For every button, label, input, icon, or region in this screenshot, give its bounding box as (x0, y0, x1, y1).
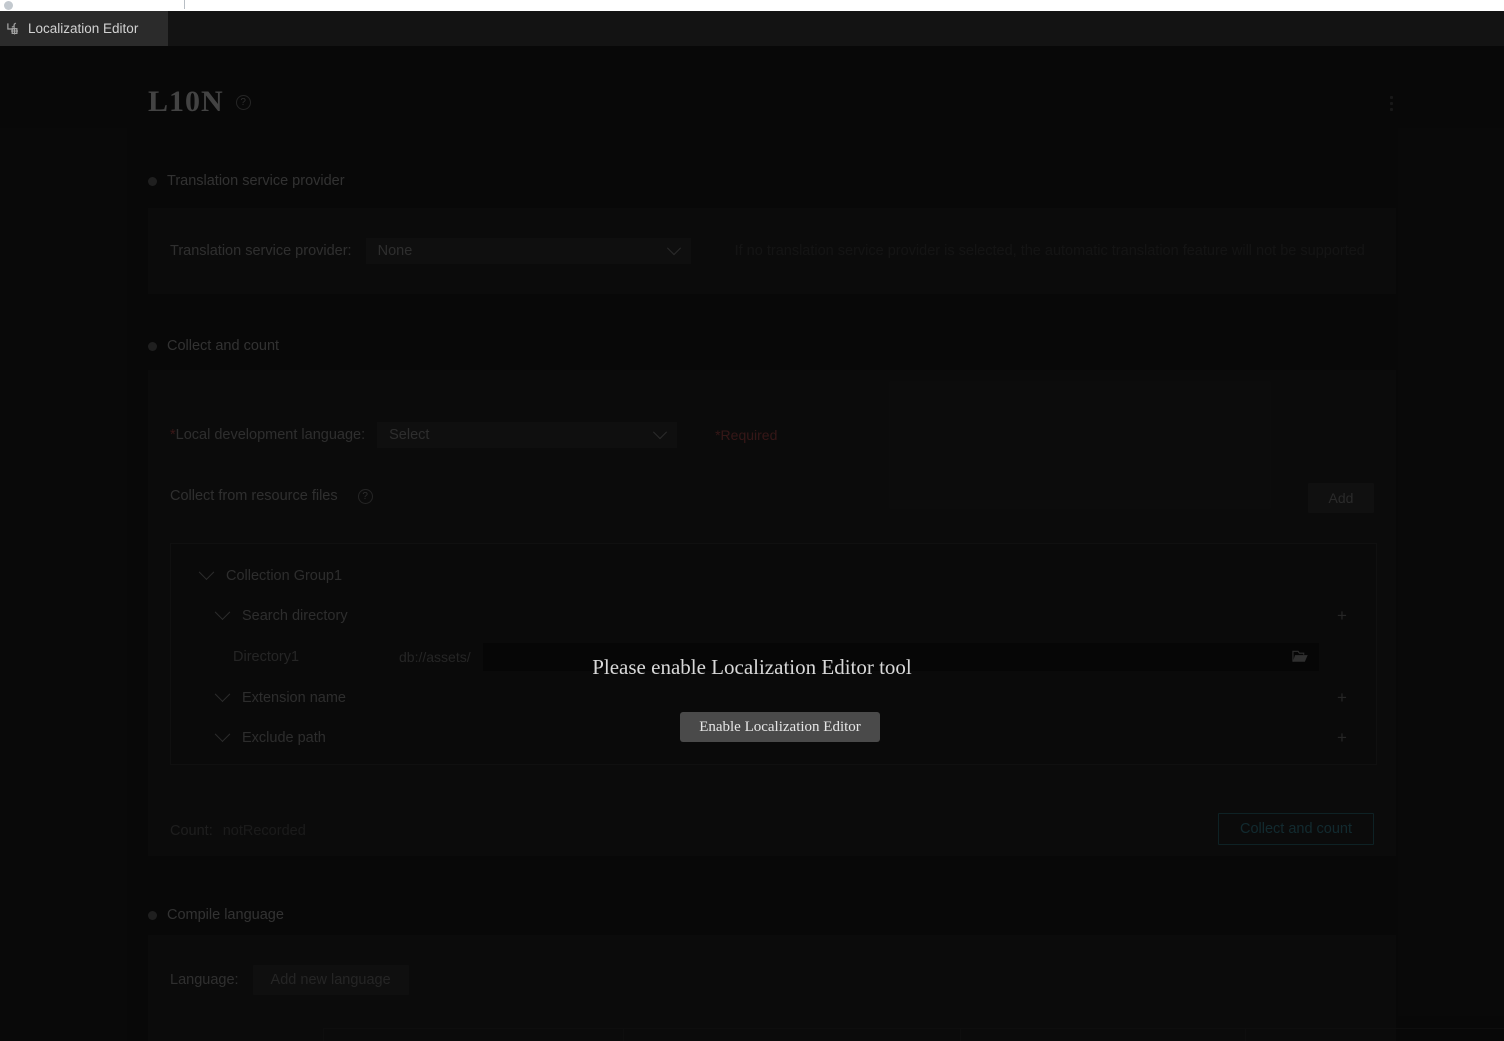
localization-editor-page: L10N ? Translation service provider Tran… (0, 46, 1504, 1041)
tab-bar: Localization Editor (0, 11, 1504, 47)
enable-tool-message: Please enable Localization Editor tool (592, 655, 912, 679)
chrome-text-caret (184, 0, 185, 9)
localization-icon (6, 21, 21, 36)
chrome-dot-icon (4, 1, 13, 10)
enable-localization-editor-button[interactable]: Enable Localization Editor (680, 712, 880, 742)
browser-chrome-strip (0, 0, 1504, 11)
tab-localization-editor[interactable]: Localization Editor (0, 11, 168, 46)
disabled-overlay (0, 46, 1504, 1041)
tab-label: Localization Editor (28, 21, 139, 36)
